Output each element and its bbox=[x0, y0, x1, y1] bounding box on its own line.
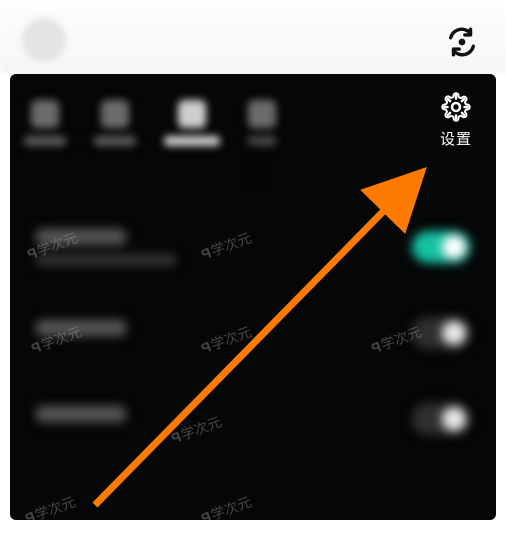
toggle-2[interactable] bbox=[412, 317, 470, 349]
mode-tab-2[interactable] bbox=[94, 100, 136, 146]
mode-tabs: 小框 bbox=[10, 86, 496, 160]
avatar bbox=[22, 18, 66, 62]
mode-tab-1[interactable] bbox=[24, 100, 66, 146]
toggle-1[interactable] bbox=[412, 231, 470, 263]
settings-label: 设置 bbox=[440, 128, 472, 149]
camera-options-panel: 小框 设置 bbox=[10, 74, 496, 520]
gear-icon bbox=[441, 92, 471, 122]
camera-flip-button[interactable] bbox=[442, 22, 482, 62]
camera-flip-icon bbox=[445, 25, 479, 59]
settings-rows bbox=[10, 204, 496, 462]
mode-tab-4[interactable]: 小框 bbox=[248, 100, 276, 146]
setting-row-3[interactable] bbox=[10, 376, 496, 462]
settings-tab[interactable]: 设置 bbox=[440, 92, 472, 149]
toggle-3[interactable] bbox=[412, 403, 470, 435]
mode-tab-3[interactable] bbox=[164, 100, 220, 146]
bottom-strip bbox=[0, 520, 506, 538]
setting-row-1[interactable] bbox=[10, 204, 496, 290]
setting-row-2[interactable] bbox=[10, 290, 496, 376]
screenshot-stage: 小框 设置 P学次元 bbox=[0, 0, 506, 538]
status-bar bbox=[0, 0, 506, 74]
